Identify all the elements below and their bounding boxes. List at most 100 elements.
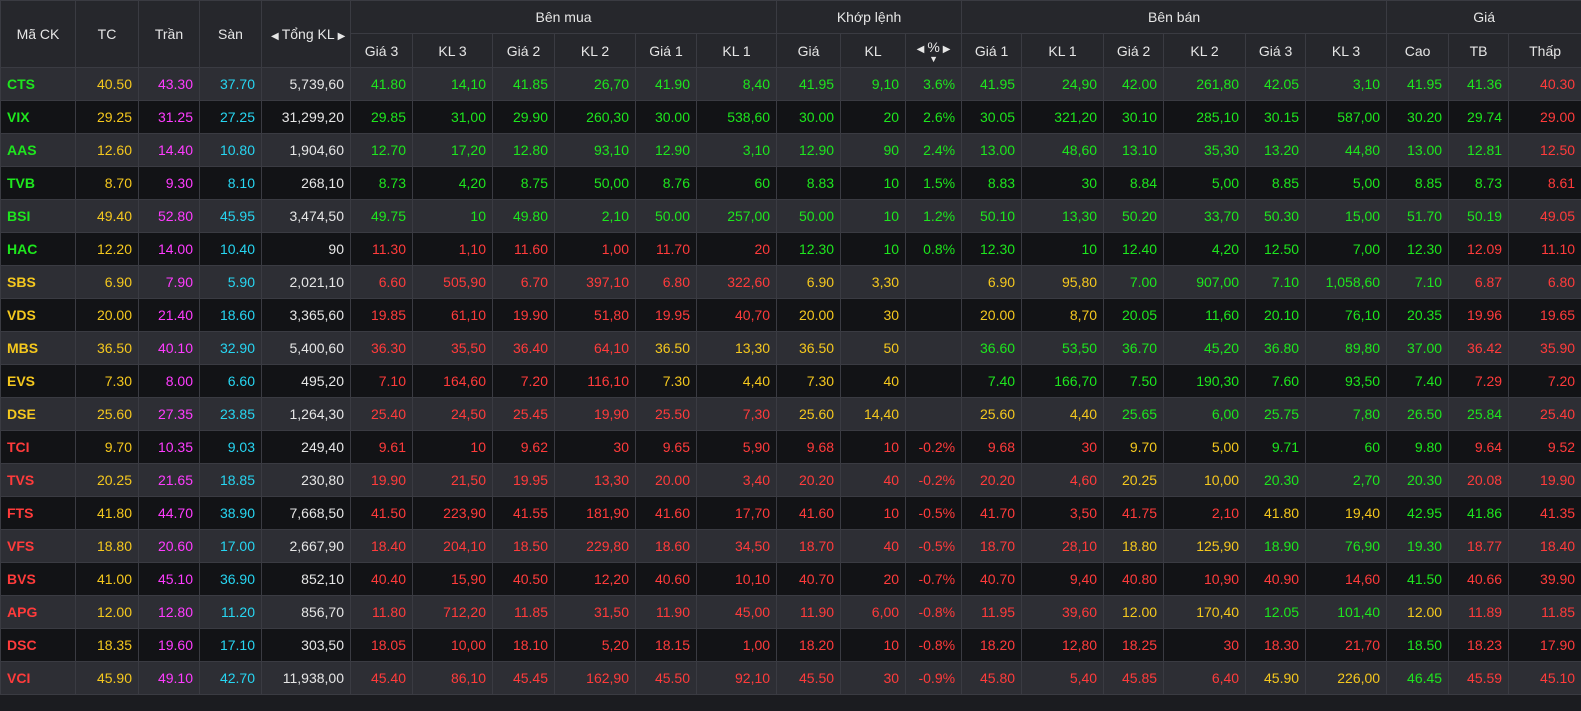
sell-volume-cell: 6,00 bbox=[1163, 397, 1247, 431]
symbol-cell[interactable]: APG bbox=[0, 595, 76, 629]
caret-right-icon[interactable]: ▶ bbox=[335, 31, 349, 42]
header-price-col-1[interactable]: TB bbox=[1448, 33, 1510, 68]
symbol-cell[interactable]: VIX bbox=[0, 100, 76, 134]
caret-right-icon[interactable]: ▶ bbox=[940, 44, 954, 55]
table-row[interactable]: VIX 29.25 31.25 27.25 31,299,20 29.85 31,00 29.… bbox=[0, 100, 1581, 134]
header-buy-col-4[interactable]: Giá 1 bbox=[635, 33, 697, 68]
symbol-cell[interactable]: AAS bbox=[0, 133, 76, 167]
match-price-cell: 18.70 bbox=[776, 529, 842, 563]
table-row[interactable]: TVB 8.70 9.30 8.10 268,10 8.73 4,20 8.75 50,00 8.… bbox=[0, 166, 1581, 200]
header-match-volume[interactable]: KL bbox=[840, 33, 907, 68]
sell-volume-cell: 9,40 bbox=[1021, 562, 1105, 596]
header-sell-col-1[interactable]: KL 1 bbox=[1021, 33, 1105, 68]
header-price-col-2[interactable]: Thấp bbox=[1508, 33, 1581, 68]
symbol-cell[interactable]: HAC bbox=[0, 232, 76, 266]
symbol-cell[interactable]: BSI bbox=[0, 199, 76, 233]
sell-price-cell: 11.95 bbox=[961, 595, 1023, 629]
symbol-cell[interactable]: DSE bbox=[0, 397, 76, 431]
avg-price-cell: 29.74 bbox=[1448, 100, 1510, 134]
symbol-cell[interactable]: VFS bbox=[0, 529, 76, 563]
table-row[interactable]: HAC 12.20 14.00 10.40 90 11.30 1,10 11.60 1,00 11… bbox=[0, 232, 1581, 266]
header-price-col-0[interactable]: Cao bbox=[1386, 33, 1450, 68]
header-total-volume[interactable]: ◀ Tổng KL ▶ bbox=[261, 0, 351, 68]
table-row[interactable]: MBS 36.50 40.10 32.90 5,400,60 36.30 35,50 36.4… bbox=[0, 331, 1581, 365]
header-ref[interactable]: TC bbox=[75, 0, 139, 68]
table-row[interactable]: SBS 6.90 7.90 5.90 2,021,10 6.60 505,90 6.70 397… bbox=[0, 265, 1581, 299]
header-buy-col-3[interactable]: KL 2 bbox=[554, 33, 636, 68]
sell-volume-cell: 5,00 bbox=[1163, 166, 1247, 200]
header-buy-col-0[interactable]: Giá 3 bbox=[350, 33, 413, 68]
caret-left-icon[interactable]: ◀ bbox=[268, 31, 282, 42]
buy-volume-cell: 17,70 bbox=[695, 496, 778, 530]
sell-price-cell: 50.10 bbox=[961, 199, 1023, 233]
table-row[interactable]: BVS 41.00 45.10 36.90 852,10 40.40 15,90 40.50 1… bbox=[0, 562, 1581, 596]
table-row[interactable]: TVS 20.25 21.65 18.85 230,80 19.90 21,50 19.95 1… bbox=[0, 463, 1581, 497]
low-price-cell: 25.40 bbox=[1508, 397, 1581, 431]
ceil-price-cell: 10.35 bbox=[138, 430, 200, 464]
table-row[interactable]: VDS 20.00 21.40 18.60 3,365,60 19.85 61,10 19.9… bbox=[0, 298, 1581, 332]
header-sell-col-5[interactable]: KL 3 bbox=[1305, 33, 1388, 68]
buy-volume-cell: 31,50 bbox=[554, 595, 636, 629]
match-volume-cell: 40 bbox=[840, 364, 907, 398]
match-percent-cell: -0.2% bbox=[905, 430, 963, 464]
symbol-cell[interactable]: VDS bbox=[0, 298, 76, 332]
header-sell-col-3[interactable]: KL 2 bbox=[1163, 33, 1247, 68]
symbol-cell[interactable]: EVS bbox=[0, 364, 76, 398]
header-match-price[interactable]: Giá bbox=[776, 33, 842, 68]
symbol-cell[interactable]: TCI bbox=[0, 430, 76, 464]
buy-volume-cell: 60 bbox=[695, 166, 778, 200]
header-buy-col-2[interactable]: Giá 2 bbox=[492, 33, 555, 68]
sort-down-icon[interactable]: ▼ bbox=[912, 54, 955, 63]
table-row[interactable]: FTS 41.80 44.70 38.90 7,668,50 41.50 223,90 41.… bbox=[0, 496, 1581, 530]
table-row[interactable]: CTS 40.50 43.30 37.70 5,739,60 41.80 14,10 41.8… bbox=[0, 67, 1581, 101]
symbol-cell[interactable]: VCI bbox=[0, 661, 76, 695]
symbol-cell[interactable]: TVB bbox=[0, 166, 76, 200]
header-buy-col-1[interactable]: KL 3 bbox=[412, 33, 493, 68]
match-price-cell: 20.00 bbox=[776, 298, 842, 332]
header-buy-col-5[interactable]: KL 1 bbox=[695, 33, 778, 68]
table-row[interactable]: DSC 18.35 19.60 17.10 303,50 18.05 10,00 18.10 5… bbox=[0, 628, 1581, 662]
table-row[interactable]: DSE 25.60 27.35 23.85 1,264,30 25.40 24,50 25.4… bbox=[0, 397, 1581, 431]
avg-price-cell: 41.36 bbox=[1448, 67, 1510, 101]
ceil-price-cell: 52.80 bbox=[138, 199, 200, 233]
symbol-cell[interactable]: BVS bbox=[0, 562, 76, 596]
header-sell-col-4[interactable]: Giá 3 bbox=[1245, 33, 1307, 68]
sell-price-cell: 45.80 bbox=[961, 661, 1023, 695]
table-row[interactable]: VCI 45.90 49.10 42.70 11,938,00 45.40 86,10 45.… bbox=[0, 661, 1581, 695]
buy-price-cell: 49.75 bbox=[350, 199, 413, 233]
header-ceil[interactable]: Trần bbox=[138, 0, 200, 68]
buy-volume-cell: 93,10 bbox=[554, 133, 636, 167]
buy-price-cell: 41.60 bbox=[635, 496, 697, 530]
symbol-cell[interactable]: MBS bbox=[0, 331, 76, 365]
match-percent-cell: 2.4% bbox=[905, 133, 963, 167]
table-row[interactable]: EVS 7.30 8.00 6.60 495,20 7.10 164,60 7.20 116,1… bbox=[0, 364, 1581, 398]
sell-price-cell: 20.10 bbox=[1245, 298, 1307, 332]
floor-price-cell: 38.90 bbox=[199, 496, 262, 530]
table-row[interactable]: BSI 49.40 52.80 45.95 3,474,50 49.75 10 49.80 2,… bbox=[0, 199, 1581, 233]
sell-price-cell: 41.95 bbox=[961, 67, 1023, 101]
caret-left-icon[interactable]: ◀ bbox=[914, 44, 928, 55]
table-row[interactable]: APG 12.00 12.80 11.20 856,70 11.80 712,20 11.85… bbox=[0, 595, 1581, 629]
symbol-cell[interactable]: FTS bbox=[0, 496, 76, 530]
avg-price-cell: 12.09 bbox=[1448, 232, 1510, 266]
buy-price-cell: 18.05 bbox=[350, 628, 413, 662]
low-price-cell: 12.50 bbox=[1508, 133, 1581, 167]
table-row[interactable]: TCI 9.70 10.35 9.03 249,40 9.61 10 9.62 30 9.65 5,… bbox=[0, 430, 1581, 464]
header-sell-col-2[interactable]: Giá 2 bbox=[1103, 33, 1165, 68]
header-symbol[interactable]: Mã CK bbox=[0, 0, 76, 68]
header-sell-col-0[interactable]: Giá 1 bbox=[961, 33, 1023, 68]
sell-price-cell: 20.00 bbox=[961, 298, 1023, 332]
sell-price-cell: 20.20 bbox=[961, 463, 1023, 497]
symbol-cell[interactable]: CTS bbox=[0, 67, 76, 101]
sell-volume-cell: 4,20 bbox=[1163, 232, 1247, 266]
sell-volume-cell: 7,80 bbox=[1305, 397, 1388, 431]
symbol-cell[interactable]: TVS bbox=[0, 463, 76, 497]
header-match-percent[interactable]: ◀% ▶ ▼ bbox=[905, 33, 963, 68]
symbol-cell[interactable]: SBS bbox=[0, 265, 76, 299]
floor-price-cell: 10.40 bbox=[199, 232, 262, 266]
symbol-cell[interactable]: DSC bbox=[0, 628, 76, 662]
table-row[interactable]: AAS 12.60 14.40 10.80 1,904,60 12.70 17,20 12.8… bbox=[0, 133, 1581, 167]
match-percent-cell: 1.5% bbox=[905, 166, 963, 200]
table-row[interactable]: VFS 18.80 20.60 17.00 2,667,90 18.40 204,10 18.… bbox=[0, 529, 1581, 563]
header-floor[interactable]: Sàn bbox=[199, 0, 262, 68]
